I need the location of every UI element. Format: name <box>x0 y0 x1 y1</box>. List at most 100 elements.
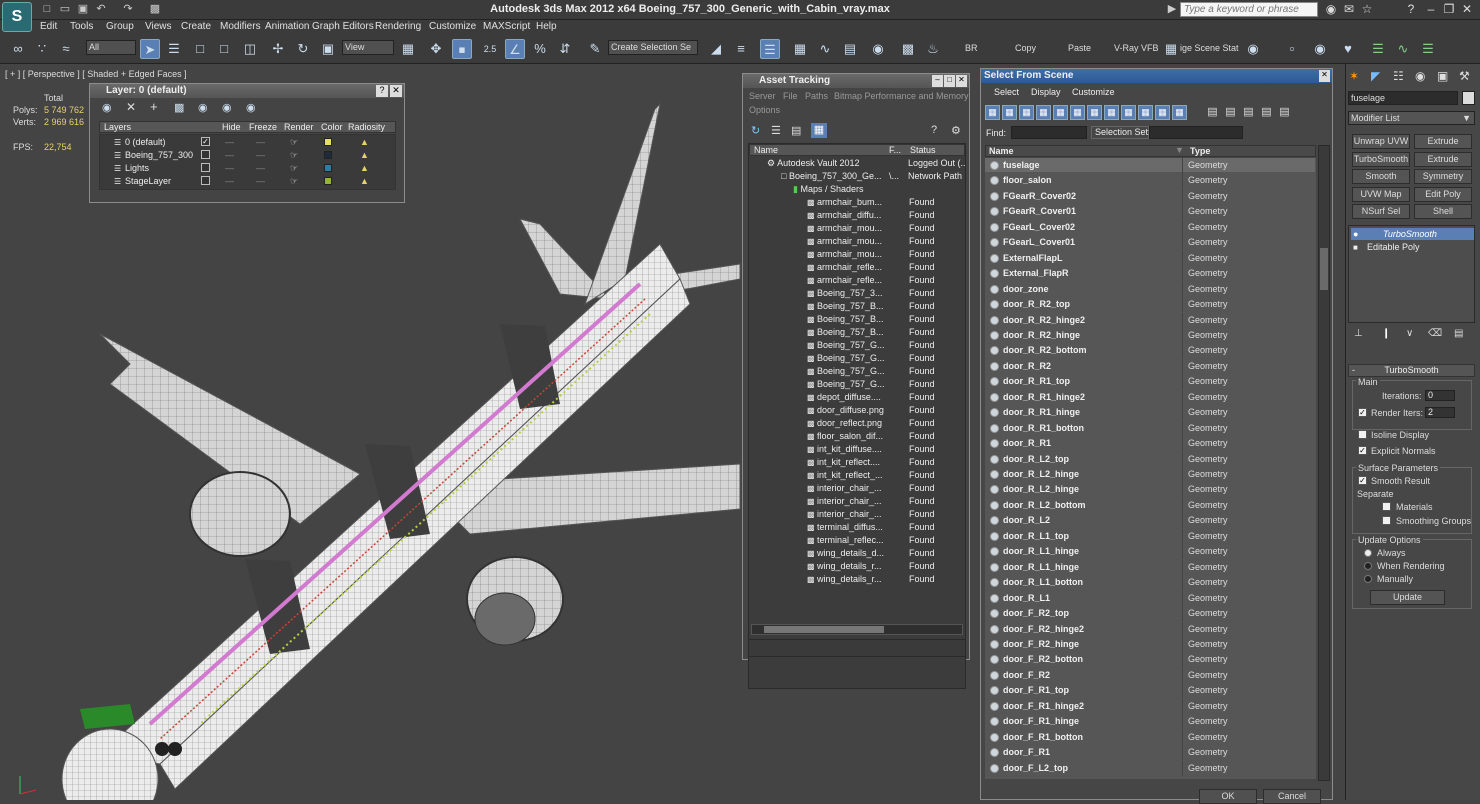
layer-radiosity-icon[interactable]: ▲ <box>360 136 369 149</box>
snaps-toggle-icon[interactable]: 2.5 <box>480 39 500 59</box>
sfs-cancel-button[interactable]: Cancel <box>1263 789 1321 804</box>
asset-map-row[interactable]: ▩ terminal_reflec... Found <box>749 534 965 547</box>
sfs-object-row[interactable]: door_F_R1_hinge2 Geometry <box>985 698 1315 715</box>
create-tab-icon[interactable]: ✶ <box>1349 69 1359 83</box>
modifier-set-button[interactable]: UVW Map <box>1352 186 1410 202</box>
manipulate-icon[interactable]: ✥ <box>426 39 446 59</box>
sfs-object-row[interactable]: door_F_R1_top Geometry <box>985 683 1315 699</box>
sfs-menu-display[interactable]: Display <box>1031 87 1061 97</box>
asset-map-row[interactable]: ▩ armchair_mou... Found <box>749 222 965 235</box>
hierarchy-tab-icon[interactable]: ☷ <box>1393 69 1404 83</box>
window-crossing-icon[interactable]: □ <box>214 39 234 59</box>
asset-map-row[interactable]: ▩ armchair_mou... Found <box>749 235 965 248</box>
layer-row[interactable]: ☰ Lights — — ☞ ▲ <box>100 162 395 175</box>
angle-snap-icon[interactable]: ∠ <box>505 39 525 59</box>
copy-button[interactable]: Copy <box>1015 43 1036 53</box>
sfs-close-icon[interactable]: ✕ <box>1319 70 1330 82</box>
layer-radiosity-icon[interactable]: ▲ <box>360 162 369 175</box>
save-file-icon[interactable]: ▣ <box>76 2 90 17</box>
update-always-radio[interactable] <box>1364 549 1372 557</box>
asset-map-row[interactable]: ▩ Boeing_757_B... Found <box>749 313 965 326</box>
sfs-object-row[interactable]: door_R_R2_bottom Geometry <box>985 343 1315 359</box>
menu-edit[interactable]: Edit <box>40 21 57 32</box>
asset-map-row[interactable]: ▩ floor_salon_dif... Found <box>749 430 965 443</box>
spacewarp-filter-icon[interactable]: ▦ <box>1070 105 1085 120</box>
asset-minimize-icon[interactable]: – <box>932 75 943 87</box>
menu-animation[interactable]: Animation <box>265 21 309 32</box>
smoothing-groups-checkbox[interactable] <box>1382 516 1391 525</box>
modifier-set-button[interactable]: NSurf Sel <box>1352 204 1410 219</box>
asset-map-row[interactable]: ▩ armchair_mou... Found <box>749 248 965 261</box>
ring-tool-icon[interactable]: ☰ <box>1418 39 1438 59</box>
materials-checkbox[interactable] <box>1382 502 1391 511</box>
asset-map-row[interactable]: ▩ wing_details_d... Found <box>749 547 965 560</box>
layer-freeze-toggle[interactable]: — <box>256 149 265 162</box>
scale-icon[interactable]: ▣ <box>318 39 338 59</box>
frozen-filter-icon[interactable]: ▦ <box>1155 105 1170 120</box>
asset-col-flag[interactable]: F... <box>889 145 901 155</box>
asset-map-row[interactable]: ▩ Boeing_757_G... Found <box>749 339 965 352</box>
sfs-object-row[interactable]: ExternalFlapL Geometry <box>985 250 1315 267</box>
asset-map-row[interactable]: ▩ Boeing_757_3... Found <box>749 287 965 300</box>
layer-render-icon[interactable]: ☞ <box>290 162 298 175</box>
modifier-set-button[interactable]: Edit Poly <box>1414 186 1472 202</box>
layer-render-icon[interactable]: ☞ <box>290 136 298 149</box>
sfs-object-row[interactable]: door_R_L1 Geometry <box>985 590 1315 607</box>
asset-map-row[interactable]: ▩ armchair_refle... Found <box>749 274 965 287</box>
invert-display-icon[interactable]: ▤ <box>1241 105 1256 120</box>
find-case-icon[interactable]: ▤ <box>1277 105 1292 120</box>
menu-maxscript[interactable]: MAXScript <box>483 21 530 32</box>
close-window-icon[interactable]: ✕ <box>1458 2 1476 17</box>
sfs-object-row[interactable]: door_R_L2_top Geometry <box>985 451 1315 467</box>
menu-tools[interactable]: Tools <box>70 21 93 32</box>
project-folder-icon[interactable]: ▩ <box>148 2 162 17</box>
sfs-object-row[interactable]: door_F_L2_top Geometry <box>985 760 1315 776</box>
unlink-icon[interactable]: ∵ <box>32 39 52 59</box>
sfs-object-row[interactable]: door_F_R2_botton Geometry <box>985 652 1315 668</box>
container-filter-icon[interactable]: ▦ <box>1138 105 1153 120</box>
asset-menu-file[interactable]: File <box>783 91 798 101</box>
asset-map-row[interactable]: ▩ int_kit_diffuse.... Found <box>749 443 965 456</box>
asset-path-field[interactable] <box>748 639 966 657</box>
modifier-set-button[interactable]: Symmetry <box>1414 169 1472 184</box>
group-filter-icon[interactable]: ▦ <box>1087 105 1102 120</box>
show-end-result-icon[interactable]: ❙ <box>1382 328 1390 339</box>
make-unique-icon[interactable]: ∨ <box>1406 328 1413 339</box>
sfs-object-row[interactable]: fuselage Geometry <box>985 158 1315 174</box>
isoline-display-checkbox[interactable] <box>1358 430 1367 439</box>
grid-view-icon[interactable]: ▦ <box>811 123 827 138</box>
menu-views[interactable]: Views <box>145 21 172 32</box>
paste-button[interactable]: Paste <box>1068 43 1091 53</box>
scene-states-button[interactable]: ige Scene Stat <box>1180 43 1239 53</box>
menu-graph-editors[interactable]: Graph Editors <box>312 21 374 32</box>
sfs-ok-button[interactable]: OK <box>1199 789 1257 804</box>
asset-map-row[interactable]: ▩ wing_details_r... Found <box>749 573 965 586</box>
asset-map-row[interactable]: ▩ Boeing_757_B... Found <box>749 300 965 313</box>
sfs-object-row[interactable]: door_F_R1 Geometry <box>985 745 1315 761</box>
sfs-object-row[interactable]: door_R_L2_hinge Geometry <box>985 482 1315 498</box>
layer-window-title[interactable]: Layer: 0 (default) <box>90 84 404 98</box>
asset-menu-options[interactable]: Options <box>749 105 780 115</box>
edit-named-selection-icon[interactable]: ✎ <box>585 39 605 59</box>
delete-layer-icon[interactable]: ✕ <box>126 100 136 114</box>
sfs-object-row[interactable]: door_R_R2_hinge2 Geometry <box>985 312 1315 328</box>
asset-maximize-icon[interactable]: □ <box>944 75 955 87</box>
asset-col-status[interactable]: Status <box>910 145 936 155</box>
asset-map-row[interactable]: ▩ interior_chair_... Found <box>749 508 965 521</box>
configure-sets-icon[interactable]: ▤ <box>1454 328 1463 339</box>
layer-render-icon[interactable]: ☞ <box>290 149 298 162</box>
sfs-object-row[interactable]: door_F_R1_hinge Geometry <box>985 714 1315 730</box>
sfs-object-row[interactable]: door_F_R2 Geometry <box>985 667 1315 684</box>
display-all-icon[interactable]: ▤ <box>1205 105 1220 120</box>
render-iters-spinner[interactable]: 2 <box>1425 407 1455 418</box>
redo-icon[interactable]: ↷ <box>121 2 135 17</box>
highlight-layer-icon[interactable]: ◉ <box>198 101 208 114</box>
sfs-menu-select[interactable]: Select <box>994 87 1019 97</box>
app-menu-button[interactable]: S <box>2 2 32 32</box>
graphite-tools-icon[interactable]: ▦ <box>790 39 810 59</box>
col-freeze[interactable]: Freeze <box>249 122 277 132</box>
minimize-window-icon[interactable]: – <box>1422 2 1440 17</box>
modifier-set-button[interactable]: Extrude <box>1414 134 1472 149</box>
material-editor-icon[interactable]: ◉ <box>868 39 888 59</box>
display-tab-icon[interactable]: ▣ <box>1437 69 1448 83</box>
